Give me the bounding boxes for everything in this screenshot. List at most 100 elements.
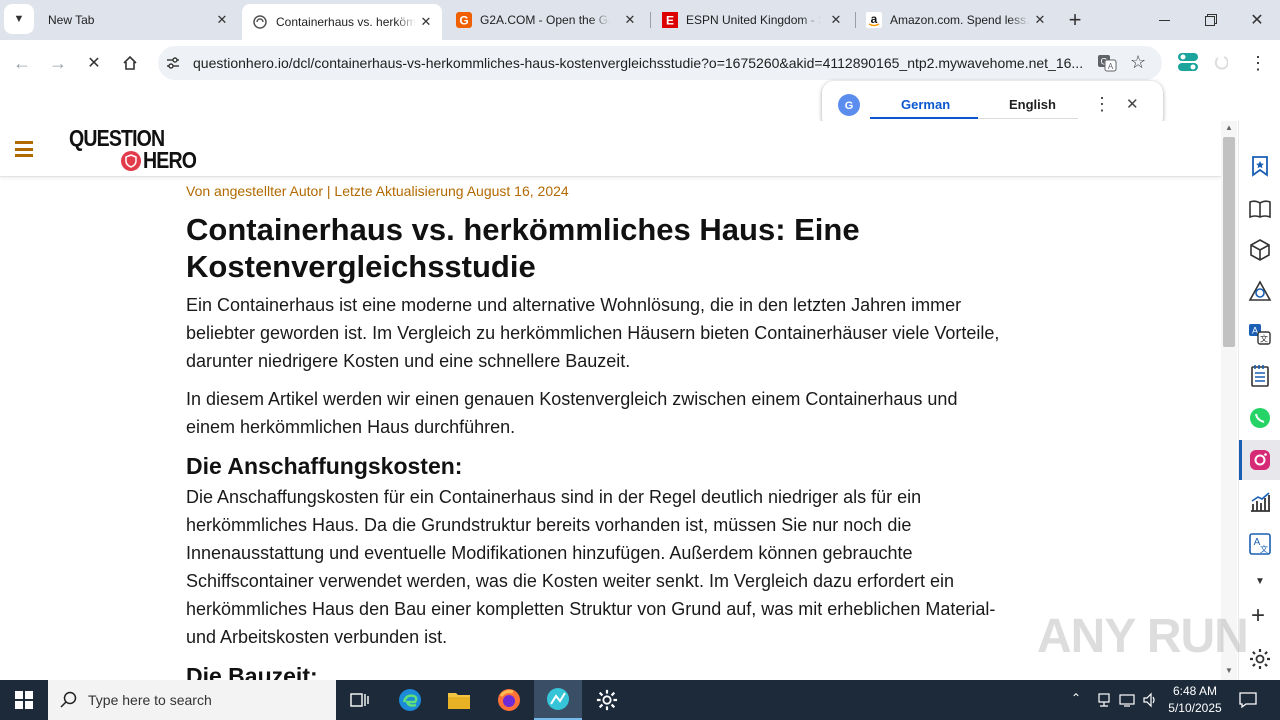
restore-button[interactable] — [1195, 4, 1227, 36]
taskbar-app-active[interactable] — [534, 680, 582, 720]
tab-underline — [978, 118, 1078, 119]
notes-icon[interactable] — [1248, 364, 1272, 388]
forward-button[interactable]: → — [42, 47, 74, 79]
close-icon[interactable]: ✕ — [828, 12, 844, 28]
plus-icon: + — [1068, 7, 1082, 32]
search-placeholder: Type here to search — [88, 692, 212, 708]
article: Von angestellter Autor | Letzte Aktualis… — [186, 177, 1006, 680]
address-bar[interactable]: questionhero.io/dcl/containerhaus-vs-her… — [158, 46, 1162, 80]
article-meta: Von angestellter Autor | Letzte Aktualis… — [186, 183, 569, 199]
gear-icon[interactable] — [1248, 647, 1272, 671]
volume-icon[interactable] — [1142, 692, 1158, 708]
back-button[interactable]: ← — [6, 47, 38, 79]
tab-amazon[interactable]: a Amazon.com. Spend less. ✕ — [856, 4, 1056, 36]
scroll-down-icon[interactable]: ▼ — [1225, 666, 1233, 675]
lang-tab-english[interactable]: English — [978, 81, 1078, 121]
browser-toolbar: ← → ✕ questionhero.io/dcl/containerhaus-… — [0, 40, 1280, 85]
star-icon[interactable]: ☆ — [1130, 52, 1146, 73]
tab-search-button[interactable]: ▼ — [4, 4, 34, 34]
svg-text:G: G — [845, 100, 854, 112]
clock[interactable]: 6:48 AM 5/10/2025 — [1162, 683, 1228, 717]
tab-title: ESPN United Kingdom - Scores — [686, 13, 821, 27]
scrollbar-thumb[interactable] — [1223, 137, 1235, 347]
home-button[interactable] — [114, 47, 146, 79]
network-icon[interactable] — [1096, 692, 1112, 708]
lang-tab-german[interactable]: German — [870, 81, 978, 121]
taskbar-edge[interactable] — [386, 680, 434, 720]
close-window-button[interactable]: ✕ — [1241, 4, 1273, 36]
extensions-icon[interactable] — [1177, 52, 1199, 72]
tab-strip: ▼ New Tab ✕ Containerhaus vs. herkömmlic… — [0, 0, 1280, 40]
taskbar-file-explorer[interactable] — [435, 680, 483, 720]
taskbar-settings[interactable] — [583, 680, 631, 720]
taskbar-search[interactable]: Type here to search — [48, 680, 336, 720]
article-paragraph: In diesem Artikel werden wir einen genau… — [186, 389, 958, 437]
language-icon[interactable]: A文 — [1248, 532, 1272, 556]
translate-icon[interactable]: GA — [1097, 53, 1117, 73]
shield-icon — [121, 151, 141, 171]
chevron-down-icon[interactable]: ▼ — [1255, 576, 1265, 587]
instagram-icon[interactable] — [1248, 448, 1272, 472]
tab-g2a[interactable]: G G2A.COM - Open the Gate ✕ — [446, 4, 646, 36]
minimize-button[interactable] — [1148, 4, 1180, 36]
shapes-icon[interactable] — [1248, 280, 1272, 304]
g2a-icon: G — [456, 12, 472, 28]
more-vertical-icon[interactable]: ⋮ — [1093, 94, 1111, 115]
article-paragraph: Die Anschaffungskosten für ein Container… — [186, 487, 996, 647]
chart-icon[interactable] — [1248, 490, 1272, 514]
amazon-icon: a — [866, 12, 882, 28]
app-icon — [547, 688, 569, 710]
chevron-up-icon[interactable]: ⌃ — [1071, 691, 1081, 705]
edge-icon — [399, 689, 421, 711]
close-icon[interactable]: ✕ — [1032, 12, 1048, 28]
tab-new-tab[interactable]: New Tab ✕ — [38, 4, 238, 36]
article-paragraph: Ein Containerhaus ist eine moderne und a… — [186, 295, 1000, 371]
home-icon — [123, 55, 137, 70]
bookmark-icon[interactable] — [1248, 154, 1272, 178]
site-info-icon[interactable] — [166, 56, 180, 70]
close-icon[interactable]: ✕ — [1126, 95, 1139, 113]
plus-icon[interactable]: + — [1251, 602, 1265, 630]
more-vertical-icon: ⋮ — [1249, 52, 1267, 73]
close-icon[interactable]: ✕ — [214, 12, 230, 28]
close-icon: ✕ — [87, 55, 101, 72]
svg-text:文: 文 — [1260, 334, 1268, 344]
lang-label: English — [1009, 97, 1056, 112]
article-title: Containerhaus vs. herkömmliches Haus: Ei… — [186, 212, 860, 284]
section-heading: Die Bauzeit: — [186, 663, 318, 680]
display-icon[interactable] — [1119, 692, 1135, 708]
site-logo[interactable]: QUESTION HERO — [69, 125, 197, 175]
firefox-icon — [498, 689, 520, 711]
clock-time: 6:48 AM — [1172, 684, 1218, 698]
notification-icon[interactable] — [1239, 691, 1257, 709]
task-view-icon — [350, 693, 369, 707]
arrow-left-icon: ← — [13, 52, 31, 73]
close-icon[interactable]: ✕ — [622, 12, 638, 28]
tab-questionhero[interactable]: Containerhaus vs. herkömmliches Haus ✕ — [242, 4, 442, 40]
box-icon[interactable] — [1248, 238, 1272, 262]
svg-text:文: 文 — [1260, 544, 1268, 554]
section-heading: Die Anschaffungskosten: — [186, 453, 463, 479]
scroll-up-icon[interactable]: ▲ — [1225, 123, 1233, 132]
translate-icon[interactable]: A文 — [1248, 322, 1272, 346]
svg-text:a: a — [871, 12, 878, 26]
new-tab-button[interactable]: + — [1059, 4, 1091, 36]
svg-text:E: E — [666, 14, 674, 28]
close-icon: ✕ — [1250, 12, 1264, 29]
book-icon[interactable] — [1248, 197, 1272, 221]
start-button[interactable] — [0, 680, 48, 720]
whatsapp-icon[interactable] — [1248, 406, 1272, 430]
stop-button[interactable]: ✕ — [78, 47, 110, 79]
tab-espn[interactable]: E ESPN United Kingdom - Scores ✕ — [652, 4, 852, 36]
page-scrollbar[interactable]: ▲ ▼ — [1221, 121, 1237, 680]
hamburger-icon[interactable] — [15, 141, 33, 157]
svg-text:A: A — [1252, 326, 1258, 336]
close-icon[interactable]: ✕ — [418, 14, 434, 30]
web-page: QUESTION HERO Von angestellter Autor | L… — [0, 121, 1221, 680]
taskbar-firefox[interactable] — [485, 680, 533, 720]
task-view-button[interactable] — [336, 680, 384, 720]
menu-button[interactable]: ⋮ — [1242, 47, 1274, 79]
arrow-right-icon: → — [49, 52, 67, 73]
selected-indicator — [870, 117, 978, 119]
espn-icon: E — [662, 12, 678, 28]
